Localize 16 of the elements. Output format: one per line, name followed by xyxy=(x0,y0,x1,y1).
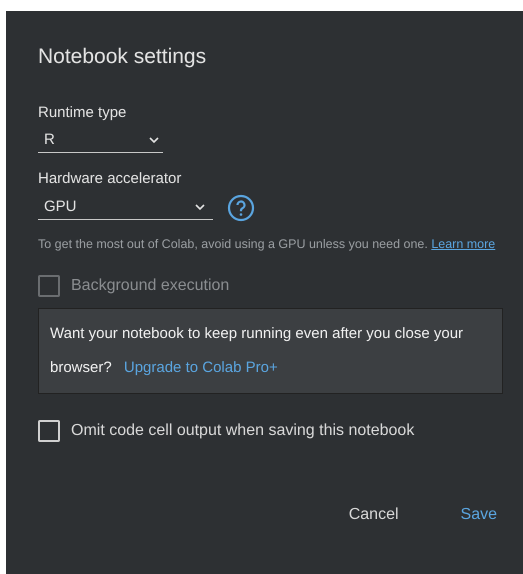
help-icon[interactable] xyxy=(227,194,255,222)
chevron-down-icon xyxy=(149,136,159,144)
save-button[interactable]: Save xyxy=(454,496,503,532)
chevron-down-icon xyxy=(195,204,205,210)
checkbox-label: Omit code cell output when saving this notebook xyxy=(71,420,414,440)
runtime-select[interactable]: R xyxy=(38,128,163,153)
dialog-title: Notebook settings xyxy=(38,44,206,70)
cancel-button[interactable]: Cancel xyxy=(342,496,405,532)
hint-text: To get the most out of Colab, avoid using a GPU unless you need one. Learn more xyxy=(38,236,496,253)
field-label: Hardware accelerator xyxy=(38,169,182,189)
upgrade-link[interactable]: Upgrade to Colab Pro+ xyxy=(124,358,278,376)
field-label: Runtime type xyxy=(38,102,126,122)
checkbox-label: Background execution xyxy=(71,276,230,296)
accelerator-select[interactable]: GPU xyxy=(38,195,213,220)
upsell-text: Want your notebook to keep running even after you close your browser? Upgrade to Colab Pro+ xyxy=(50,324,464,378)
learn-more-link[interactable]: Learn more xyxy=(431,236,496,250)
